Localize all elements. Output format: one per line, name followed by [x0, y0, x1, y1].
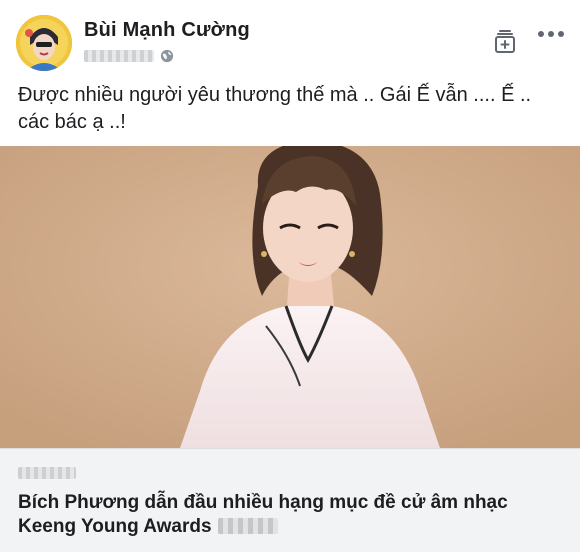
author-name[interactable]: Bùi Mạnh Cường: [84, 19, 250, 42]
blurred-title-suffix: [217, 518, 278, 534]
blurred-timestamp: [84, 50, 154, 62]
globe-icon[interactable]: [160, 49, 174, 63]
post-text: Được nhiều người yêu thương thế mà .. Gá…: [18, 84, 532, 133]
blurred-source-domain: [18, 467, 76, 479]
facebook-post: Bùi Mạnh Cường Được nhiều người yêu thươ…: [0, 0, 580, 552]
link-preview[interactable]: Bích Phương dẫn đầu nhiều hạng mục đề cử…: [0, 448, 580, 552]
post-meta: [84, 48, 174, 64]
woman-portrait-illustration: [0, 146, 580, 448]
more-options-icon: [538, 31, 564, 37]
more-options-button[interactable]: [534, 22, 568, 46]
link-preview-title[interactable]: Bích Phương dẫn đầu nhiều hạng mục đề cử…: [18, 491, 566, 539]
avatar[interactable]: [16, 15, 72, 71]
post-photo[interactable]: [0, 146, 580, 448]
save-collection-icon: [495, 30, 515, 53]
save-button[interactable]: [488, 26, 522, 58]
avatar-image: [16, 15, 72, 71]
